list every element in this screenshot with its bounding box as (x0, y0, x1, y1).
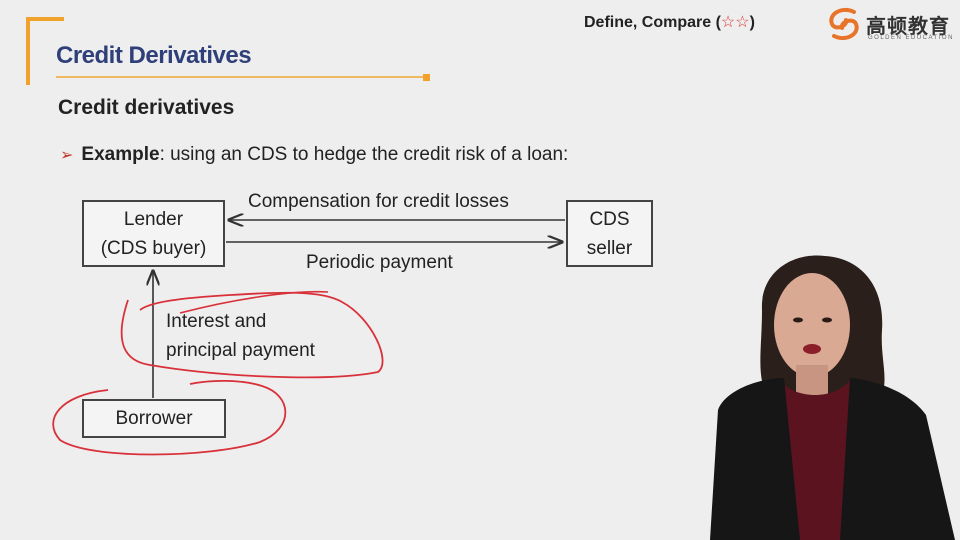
presenter-eye-right (822, 317, 832, 323)
presenter-video (710, 255, 955, 540)
presenter-face (774, 273, 850, 377)
annotation-circle-interest (120, 291, 384, 379)
annotation-circle-borrower (52, 379, 287, 456)
slide: Credit Derivatives Define, Compare (☆☆) … (0, 0, 960, 540)
presenter-eye-left (793, 317, 803, 323)
presenter-neck (796, 365, 828, 395)
presenter-mouth (803, 344, 821, 354)
annotation-stroke-interest (179, 290, 329, 314)
